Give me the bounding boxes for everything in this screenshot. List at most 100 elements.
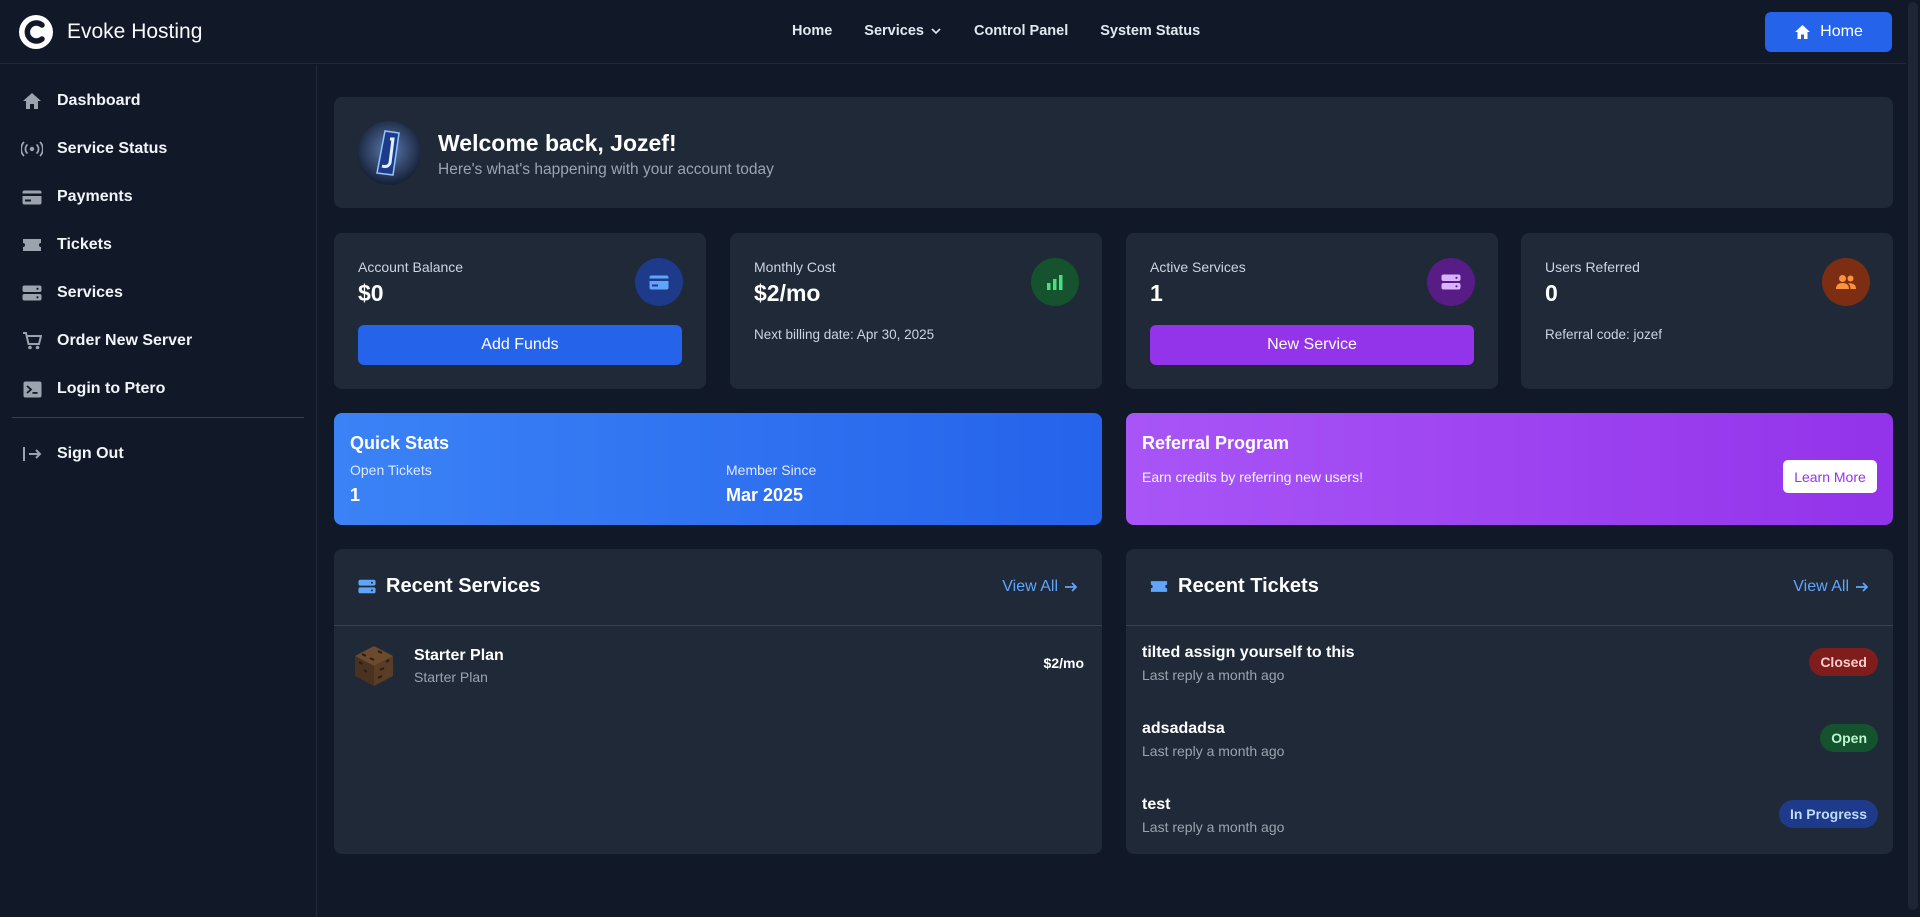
ticket-title: test (1142, 796, 1171, 813)
stat-label: Account Balance (358, 259, 464, 275)
active-services-card: Active Services 1 New Service (1126, 233, 1498, 389)
home-icon (21, 90, 43, 112)
ticket-row[interactable]: test Last reply a month ago In Progress (1142, 796, 1878, 840)
ticket-row[interactable]: adsadadsa Last reply a month ago Open (1142, 720, 1878, 764)
ticket-last-reply: Last reply a month ago (1142, 819, 1285, 835)
referral-code: Referral code: jozef (1545, 327, 1663, 342)
member-since-value: Mar 2025 (726, 485, 804, 505)
sidebar-item-label: Dashboard (57, 92, 141, 109)
sidebar: Dashboard Service Status Payments Ticket… (0, 65, 317, 917)
brand[interactable]: Evoke Hosting (17, 13, 202, 51)
view-all-tickets-link[interactable]: View All (1793, 578, 1869, 596)
stat-value: 0 (1545, 280, 1558, 306)
stat-value: $2/mo (754, 280, 821, 306)
panel-title: Recent Services (386, 575, 541, 597)
welcome-card: Welcome back, Jozef! Here's what's happe… (334, 97, 1893, 208)
sidebar-item-login-to-ptero[interactable]: Login to Ptero (21, 378, 165, 400)
status-badge: Open (1820, 724, 1878, 752)
brand-name: Evoke Hosting (67, 20, 203, 43)
view-all-label: View All (1793, 578, 1849, 595)
welcome-title: Welcome back, Jozef! (438, 130, 677, 156)
sidebar-item-order-new-server[interactable]: Order New Server (21, 330, 192, 352)
stat-value: 1 (1150, 280, 1163, 306)
referral-subtitle: Earn credits by referring new users! (1142, 469, 1363, 485)
server-icon (21, 282, 43, 304)
sidebar-item-label: Services (57, 284, 123, 301)
sidebar-item-tickets[interactable]: Tickets (21, 234, 112, 256)
ticket-icon (1150, 581, 1168, 592)
stat-label: Monthly Cost (754, 259, 836, 275)
main-nav: Home Services Control Panel System Statu… (792, 23, 1232, 39)
stat-label: Users Referred (1545, 259, 1640, 275)
add-funds-button[interactable]: Add Funds (358, 325, 682, 365)
stat-value: $0 (358, 280, 384, 306)
arrow-right-icon (1065, 582, 1078, 592)
arrow-right-icon (1856, 582, 1869, 592)
recent-tickets-panel: Recent Tickets View All tilted assign yo… (1126, 549, 1893, 854)
open-tickets-value: 1 (350, 485, 361, 505)
nav-system-status-label: System Status (1100, 23, 1201, 39)
referral-program-banner: Referral Program Earn credits by referri… (1126, 413, 1893, 525)
next-billing-date: Next billing date: Apr 30, 2025 (754, 327, 935, 342)
server-icon (1427, 258, 1475, 306)
sidebar-item-service-status[interactable]: Service Status (21, 138, 167, 160)
ticket-title: adsadadsa (1142, 720, 1225, 737)
service-price: $2/mo (1043, 655, 1084, 671)
sidebar-item-label: Payments (57, 188, 133, 205)
scrollbar-thumb[interactable] (1908, 2, 1918, 910)
nav-home-label: Home (792, 23, 833, 39)
nav-services-dropdown[interactable]: Services (864, 23, 942, 39)
sign-out-icon (21, 443, 43, 465)
ticket-last-reply: Last reply a month ago (1142, 743, 1285, 759)
brand-logo-icon (19, 15, 53, 49)
top-navbar: Evoke Hosting Home Services Control Pane… (0, 0, 1906, 64)
minecraft-block-icon (355, 646, 393, 686)
view-all-label: View All (1002, 578, 1058, 595)
sidebar-item-label: Order New Server (57, 332, 193, 349)
ticket-icon (21, 234, 43, 256)
account-balance-card: Account Balance $0 Add Funds (334, 233, 706, 389)
home-icon (1795, 25, 1811, 39)
monthly-cost-card: Monthly Cost $2/mo Next billing date: Ap… (730, 233, 1102, 389)
ticket-title: tilted assign yourself to this (1142, 644, 1355, 661)
cart-icon (21, 330, 43, 352)
service-plan: Starter Plan (414, 669, 488, 685)
users-icon (1822, 258, 1870, 306)
ticket-row[interactable]: tilted assign yourself to this Last repl… (1142, 644, 1878, 688)
learn-more-button[interactable]: Learn More (1783, 460, 1877, 493)
sidebar-item-sign-out[interactable]: Sign Out (21, 443, 124, 465)
credit-card-icon (21, 186, 43, 208)
sidebar-item-label: Service Status (57, 140, 168, 157)
new-service-button[interactable]: New Service (1150, 325, 1474, 365)
member-since-label: Member Since (726, 462, 817, 478)
view-all-services-link[interactable]: View All (1002, 578, 1078, 596)
open-tickets-label: Open Tickets (350, 462, 432, 478)
sidebar-divider (12, 417, 304, 418)
credit-card-icon (635, 258, 683, 306)
sidebar-item-dashboard[interactable]: Dashboard (21, 90, 141, 112)
chevron-down-icon (931, 28, 941, 35)
broadcast-icon (21, 138, 43, 160)
server-icon (358, 579, 376, 594)
sidebar-item-label: Tickets (57, 236, 112, 253)
panel-header: Recent Services View All (334, 549, 1102, 626)
nav-control-panel[interactable]: Control Panel (974, 23, 1068, 39)
quick-stats-banner: Quick Stats Open Tickets 1 Member Since … (334, 413, 1102, 525)
sidebar-item-label: Login to Ptero (57, 380, 166, 397)
service-name: Starter Plan (414, 647, 504, 664)
home-button-label: Home (1820, 23, 1863, 40)
avatar[interactable] (357, 121, 421, 185)
referral-title: Referral Program (1142, 433, 1290, 453)
nav-home[interactable]: Home (792, 23, 832, 39)
home-button[interactable]: Home (1765, 12, 1892, 52)
sidebar-item-services[interactable]: Services (21, 282, 123, 304)
terminal-icon (21, 378, 43, 400)
nav-control-panel-label: Control Panel (973, 23, 1069, 39)
nav-services-label: Services (864, 23, 924, 39)
stat-label: Active Services (1150, 259, 1246, 275)
sidebar-item-payments[interactable]: Payments (21, 186, 133, 208)
nav-system-status[interactable]: System Status (1100, 23, 1200, 39)
list-item[interactable]: Starter Plan Starter Plan $2/mo (352, 644, 1084, 694)
sidebar-item-label: Sign Out (57, 445, 124, 462)
users-referred-card: Users Referred 0 Referral code: jozef (1521, 233, 1893, 389)
